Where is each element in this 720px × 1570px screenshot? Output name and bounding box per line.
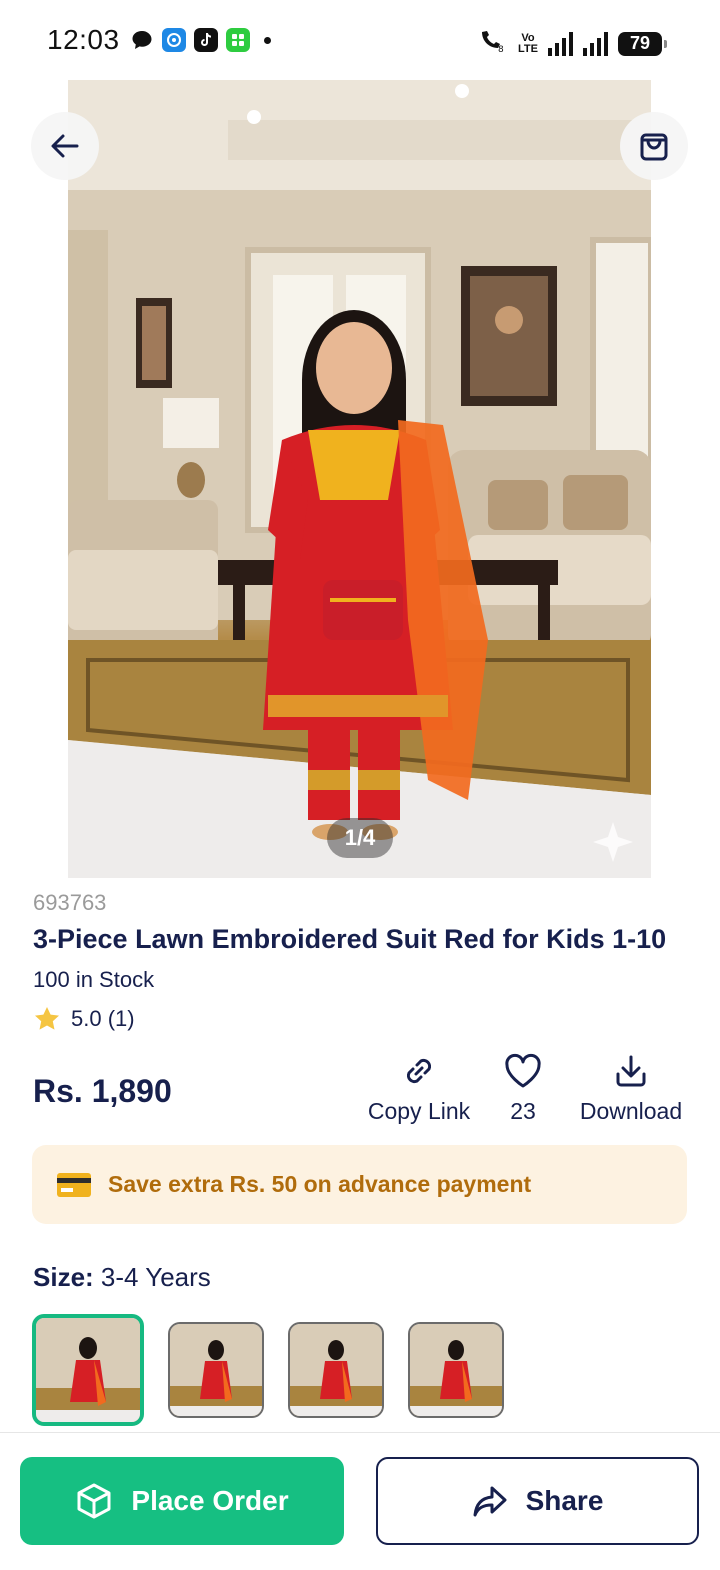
thumbnail-3[interactable] (288, 1322, 384, 1418)
share-label: Share (525, 1485, 604, 1516)
promo-text: Save extra Rs. 50 on advance payment (108, 1171, 532, 1197)
signal-strength-2-icon (583, 31, 608, 56)
tiktok-notification-icon (194, 28, 218, 52)
stock-status: 100 in Stock (33, 967, 155, 992)
heart-icon (505, 1053, 541, 1088)
thumbnail-1[interactable] (32, 1314, 144, 1426)
advance-payment-banner: Save extra Rs. 50 on advance payment (32, 1145, 687, 1224)
copy-link-label: Copy Link (367, 1098, 471, 1124)
chat-notification-icon (130, 28, 154, 52)
like-button[interactable]: 23 (497, 1052, 549, 1125)
product-price: Rs. 1,890 (33, 1073, 172, 1109)
rating-text: 5.0 (1) (71, 1006, 135, 1031)
shopping-bag-icon (640, 133, 668, 161)
cart-button[interactable] (620, 112, 688, 180)
place-order-button[interactable]: Place Order (20, 1457, 344, 1545)
wifi-call-icon: 8 (478, 28, 508, 59)
share-icon (473, 1486, 507, 1517)
svg-text:8: 8 (498, 45, 504, 54)
size-value: 3-4 Years (100, 1262, 211, 1292)
back-button[interactable] (31, 112, 99, 180)
calculator-notification-icon (226, 28, 250, 52)
star-icon (35, 1007, 59, 1030)
back-arrow-icon (51, 134, 79, 158)
product-title: 3-Piece Lawn Embroidered Suit Red for Ki… (33, 924, 667, 954)
size-label: Size: (33, 1262, 94, 1292)
link-icon (406, 1058, 432, 1084)
thumbnail-4[interactable] (408, 1322, 504, 1418)
image-counter: 1/4 (327, 818, 393, 858)
signal-strength-icon (548, 31, 573, 56)
like-count: 23 (510, 1098, 536, 1124)
place-order-label: Place Order (131, 1485, 289, 1516)
download-button[interactable]: Download (573, 1052, 689, 1125)
copy-link-button[interactable]: Copy Link (366, 1052, 472, 1125)
battery-icon: 79 (618, 31, 667, 56)
thumbnail-2[interactable] (168, 1322, 264, 1418)
more-notifications-dot (264, 36, 271, 44)
download-label: Download (579, 1098, 683, 1124)
download-icon (616, 1055, 646, 1087)
card-icon (57, 1172, 91, 1197)
status-indicators: 8 Vo LTE 79 (478, 28, 667, 59)
share-button[interactable]: Share (376, 1457, 699, 1545)
product-sku: 693763 (33, 890, 107, 915)
bottom-action-bar: Place Order Share (0, 1432, 720, 1570)
size-selector-label: Size: 3-4 Years (33, 1262, 211, 1293)
volte-label: Vo LTE (518, 31, 538, 55)
product-rating[interactable]: 5.0 (1) (33, 1005, 135, 1033)
product-image[interactable] (68, 80, 651, 878)
box-icon (77, 1483, 111, 1519)
app-notification-icon (162, 28, 186, 52)
status-time: 12:03 (47, 24, 120, 55)
status-bar: 12:03 8 Vo LTE 79 (0, 0, 720, 80)
status-app-icons (130, 28, 271, 52)
